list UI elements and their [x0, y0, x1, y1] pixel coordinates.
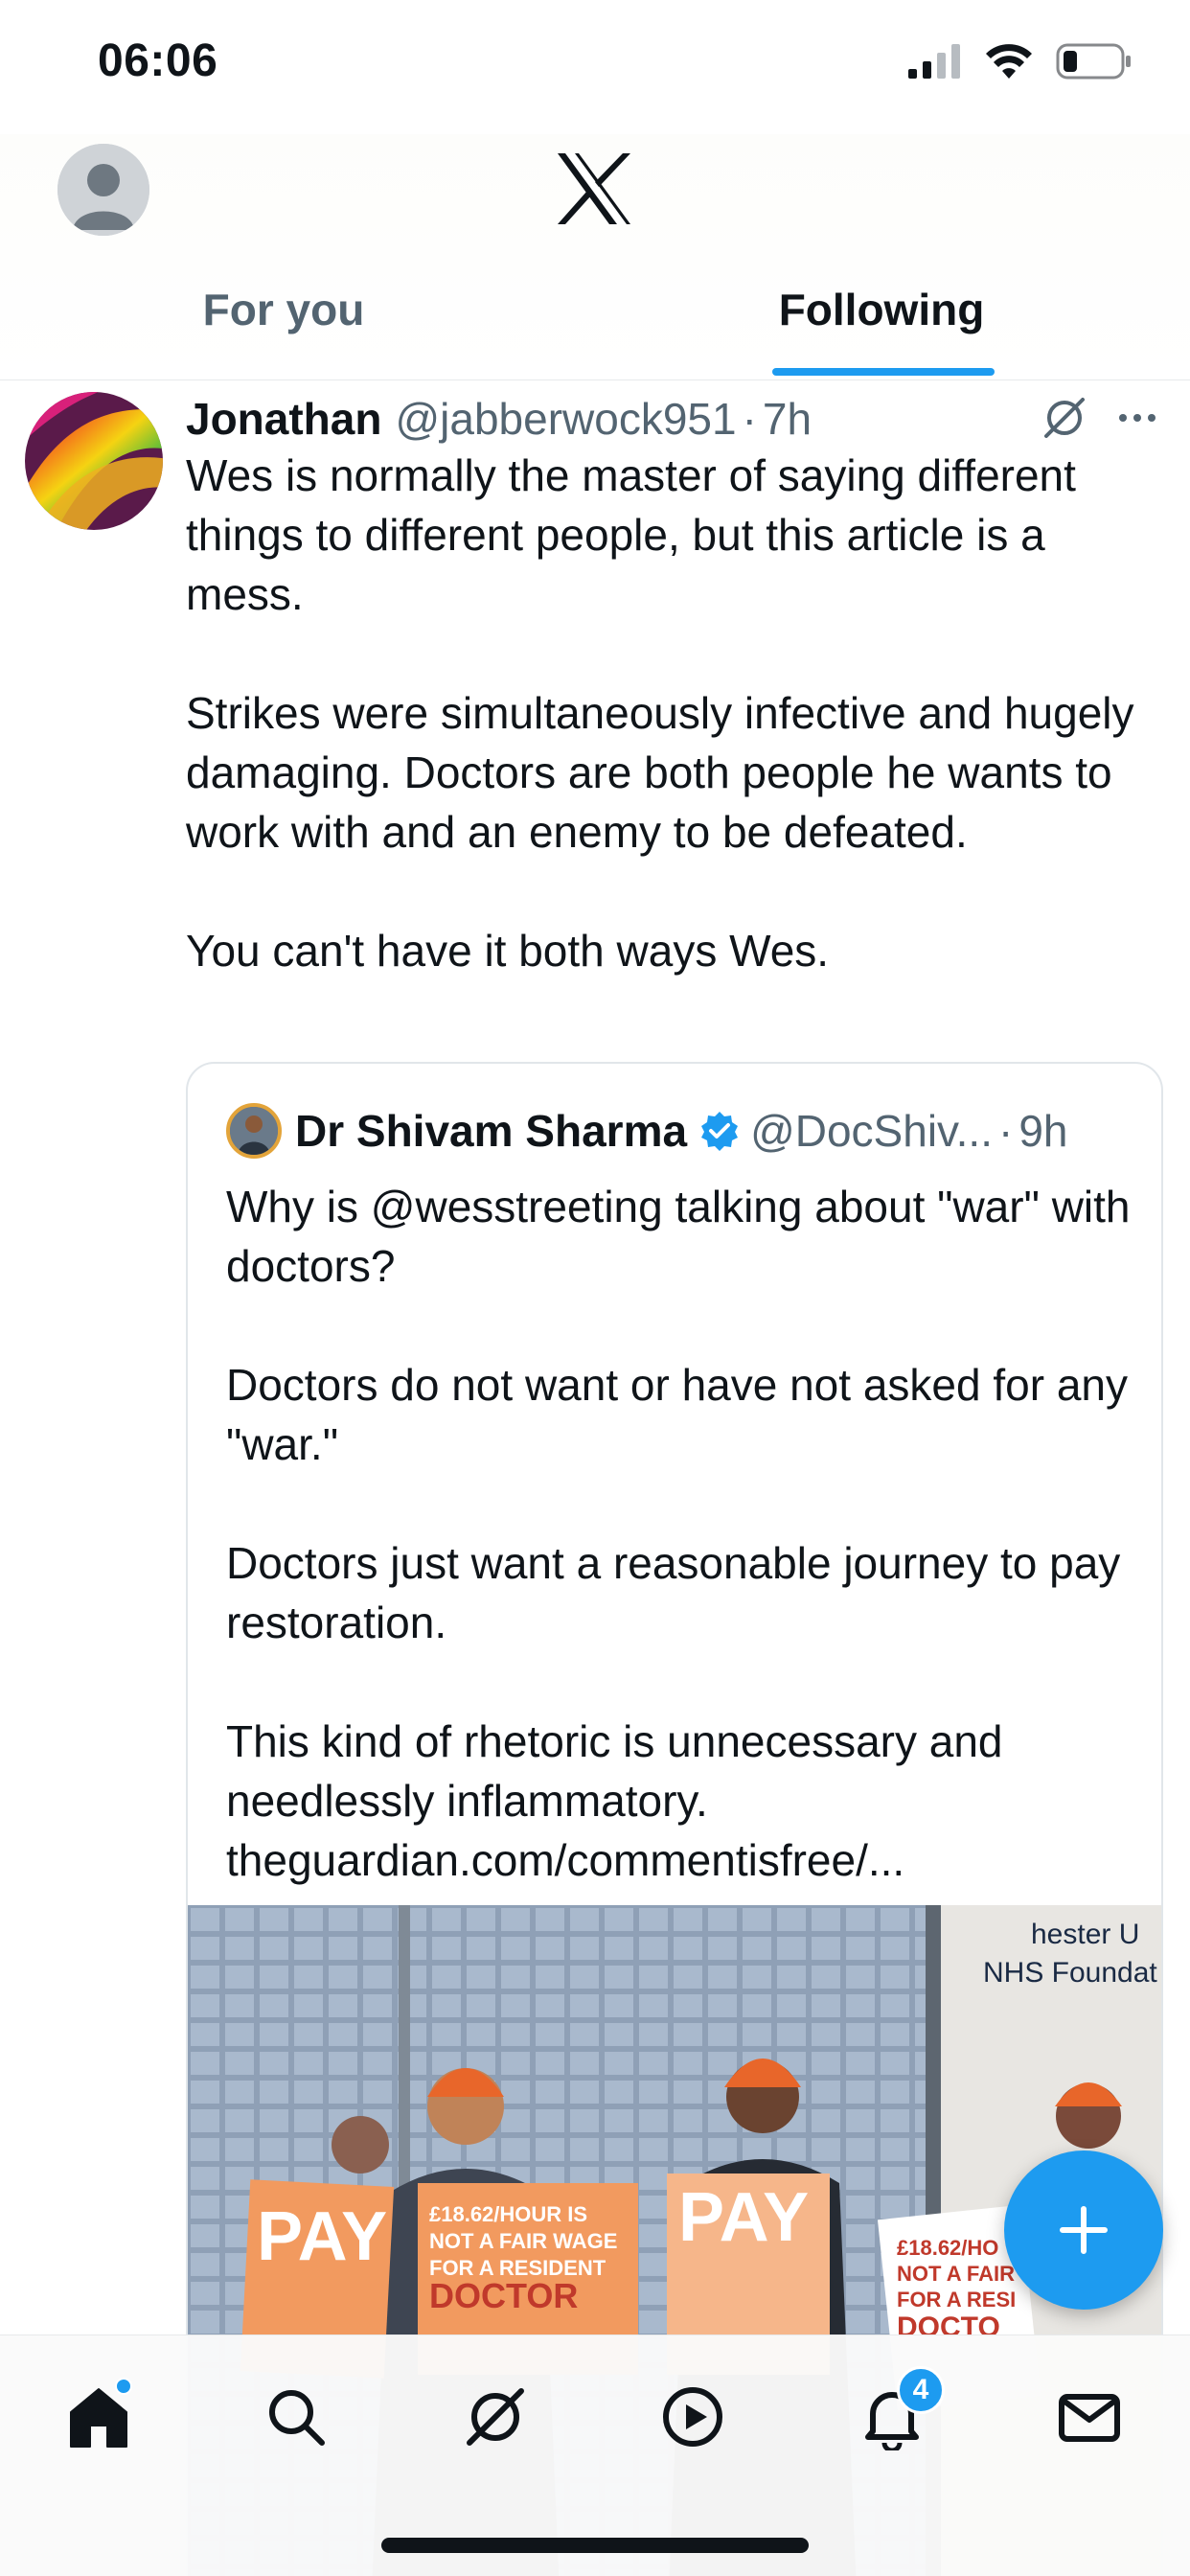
- tweet-author-avatar[interactable]: [25, 392, 163, 530]
- default-avatar-icon: [57, 144, 149, 236]
- tweet-text: Wes is normally the master of saying dif…: [186, 450, 1134, 976]
- separator-dot: ·: [997, 1106, 1014, 1156]
- sign4-line1: £18.62/HO: [897, 2236, 998, 2260]
- home-notification-dot: [115, 2378, 132, 2395]
- sign2-line2: NOT A FAIR WAGE: [429, 2229, 617, 2253]
- tweet-header: Jonathan @jabberwock951 · 7h: [186, 390, 1163, 448]
- active-tab-indicator: [772, 368, 995, 376]
- mail-icon: [1059, 2394, 1120, 2442]
- cellular-signal-icon: [908, 44, 960, 79]
- nav-video[interactable]: [650, 2374, 736, 2460]
- nav-grok[interactable]: [452, 2374, 538, 2460]
- quoted-timestamp: 9h: [1018, 1106, 1068, 1156]
- sign2-line1: £18.62/HOUR IS: [429, 2202, 587, 2226]
- quoted-author-name: Dr Shivam Sharma: [295, 1106, 688, 1156]
- home-indicator: [381, 2538, 809, 2553]
- battery-icon: [1056, 43, 1131, 80]
- nav-home[interactable]: [56, 2374, 142, 2460]
- feed-tabs: For you Following: [0, 268, 1190, 380]
- quoted-author-handle: @DocShiv...: [750, 1106, 993, 1156]
- profile-avatar-button[interactable]: [57, 144, 149, 236]
- sign1-text: PAY: [257, 2198, 387, 2275]
- quoted-tweet-header: Dr Shivam Sharma @DocShiv... · 9h: [226, 1102, 1067, 1160]
- search-icon: [269, 2390, 325, 2446]
- separator-dot: ·: [742, 394, 757, 444]
- status-bar: 06:06: [0, 0, 1190, 134]
- wifi-icon: [986, 44, 1032, 79]
- building-sign-line1: hester U: [1031, 1919, 1139, 1950]
- nav-notifications[interactable]: 4: [849, 2366, 945, 2460]
- more-options-icon[interactable]: [1113, 394, 1161, 442]
- notification-count-badge: 4: [897, 2366, 945, 2414]
- nav-search[interactable]: [253, 2374, 339, 2460]
- top-header: For you Following: [0, 134, 1190, 380]
- quoted-author-avatar: [226, 1103, 282, 1159]
- sign2-line4: DOCTOR: [429, 2276, 578, 2315]
- sign4-line2: NOT A FAIR: [897, 2262, 1015, 2286]
- rainbow-feather-avatar: [25, 392, 163, 530]
- compose-post-button[interactable]: [1004, 2150, 1163, 2310]
- person-photo-icon: [230, 1107, 278, 1155]
- tab-following[interactable]: Following: [623, 268, 1140, 380]
- sign3-text: PAY: [678, 2179, 809, 2256]
- verified-badge-icon: [701, 1112, 739, 1151]
- tab-for-you[interactable]: For you: [0, 268, 567, 380]
- grok-icon: [467, 2388, 524, 2446]
- x-logo-icon[interactable]: [556, 153, 632, 224]
- tweet-author-handle[interactable]: @jabberwock951: [395, 393, 736, 445]
- status-time: 06:06: [98, 35, 218, 86]
- grok-icon[interactable]: [1041, 394, 1088, 442]
- tweet-timestamp[interactable]: 7h: [763, 393, 812, 445]
- sign4-line3: FOR A RESI: [897, 2288, 1016, 2312]
- status-icons: [908, 42, 1133, 80]
- tweet-author-name[interactable]: Jonathan: [186, 393, 381, 445]
- plus-icon: [1060, 2206, 1108, 2254]
- quoted-tweet-text: Why is @wesstreeting talking about "war"…: [226, 1182, 1131, 1885]
- building-sign-line2: NHS Foundat: [983, 1957, 1157, 1989]
- video-icon: [663, 2387, 722, 2447]
- nav-messages[interactable]: [1046, 2374, 1133, 2460]
